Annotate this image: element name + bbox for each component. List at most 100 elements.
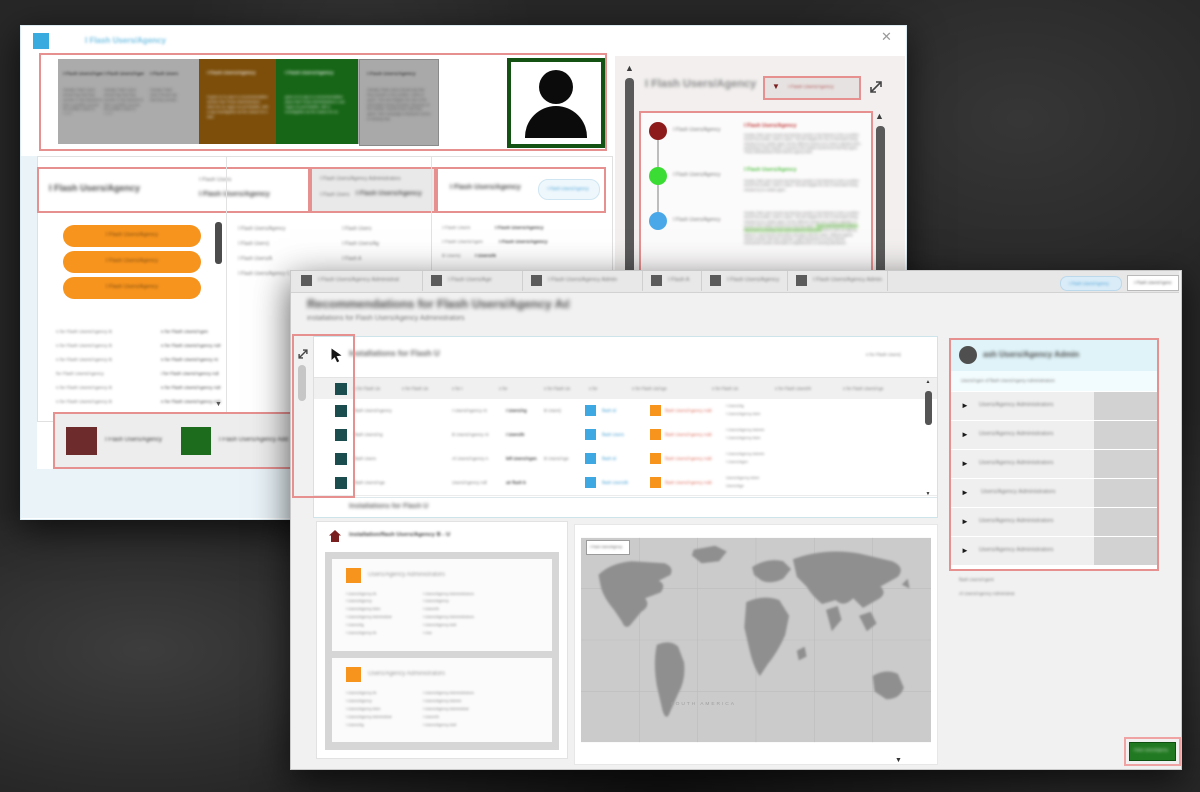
cell-orange-link[interactable]: flash Users/Agency Add xyxy=(665,480,721,485)
column-header[interactable]: n for Flash Us xyxy=(402,386,446,391)
close-icon[interactable]: ✕ xyxy=(881,29,892,45)
table-row[interactable]: flash Users/Age Users/Agency Adl air fla… xyxy=(314,471,937,496)
tab-1[interactable]: I Flash Users/Agency Administrat xyxy=(293,271,423,291)
list-item[interactable]: I Flash Users/Agency xyxy=(238,226,316,232)
cell-orange-link[interactable]: flash Users/Agency Add xyxy=(665,408,721,413)
tab-4[interactable]: I Flash A xyxy=(643,271,702,291)
home-line: I Users/Agency At xyxy=(346,631,418,635)
scrollbar-thumb[interactable] xyxy=(215,222,222,264)
row-checkbox[interactable] xyxy=(335,453,347,465)
column-header[interactable]: n for Flash Users/Age xyxy=(843,386,903,391)
secondary-action-button[interactable]: I Flash Users/Agency xyxy=(1127,275,1179,291)
timeline-dropdown[interactable]: ▼ I Flash Users/Agency xyxy=(763,76,861,100)
list-item[interactable]: n for Flash Users/Agency B xyxy=(56,329,156,334)
expand-icon[interactable] xyxy=(867,78,885,96)
column-header[interactable]: n for I xyxy=(452,386,492,391)
cell-blue-link[interactable]: flash Users xyxy=(602,432,642,437)
cell-blue-link[interactable]: flash Users/B xyxy=(602,480,646,485)
table-section2-header[interactable]: Installations for Flash U xyxy=(314,497,937,517)
list-item[interactable]: n for Flash Users/Agen xyxy=(161,329,221,334)
column-header[interactable]: n for xyxy=(589,386,623,391)
expand-icon[interactable] xyxy=(296,347,310,361)
sidebar-row[interactable]: ►Users/Agency Administrators xyxy=(951,508,1157,536)
pill-button-3[interactable]: I Flash Users/Agency xyxy=(63,277,201,299)
scrollbar-thumb[interactable] xyxy=(298,365,306,401)
expander-icon[interactable]: ► xyxy=(961,546,969,555)
home-line: I Users/Agency Administrators xyxy=(423,592,533,596)
pill-button-2[interactable]: I Flash Users/Agency xyxy=(63,251,201,273)
cell-orange-link[interactable]: flash Users/Agency Add xyxy=(665,456,721,461)
info-strip-3-button[interactable]: I Flash Users/Agency xyxy=(538,179,600,200)
list-item[interactable]: n for Flash Users/Agency B xyxy=(56,343,156,348)
tab-5[interactable]: I Flash Users/Agency xyxy=(702,271,788,291)
chevron-down-icon[interactable]: ▼ xyxy=(895,757,902,764)
hero-gray-col-3: I Flash Users Usually, Flash users shoul… xyxy=(150,71,178,102)
row-checkbox[interactable] xyxy=(335,477,347,489)
cell-orange-link[interactable]: flash Users/Agency Add xyxy=(665,432,721,437)
row-checkbox[interactable] xyxy=(335,429,347,441)
map-label: I Flash Users/Agency xyxy=(590,545,626,549)
list-item[interactable]: I Flash Users/Agency xyxy=(495,226,565,231)
column-header[interactable]: n for Flash Us xyxy=(354,386,398,391)
expander-icon[interactable]: ► xyxy=(961,401,969,410)
cell-group: B Users/Agency At xyxy=(452,432,504,437)
list-item[interactable]: for Flash Users/Agency xyxy=(56,371,156,376)
table-row[interactable]: flash Users Al Users/Agency A left Users… xyxy=(314,447,937,472)
list-item[interactable]: n for Flash Users/Agency At xyxy=(161,357,221,362)
list-item[interactable]: I Flash Users/Agen xyxy=(442,240,494,245)
chevron-down-icon[interactable]: ▼ xyxy=(215,401,222,408)
table-right-note: n for Flash Users) xyxy=(866,352,924,357)
hero-card-title: I Flash Users/Agency xyxy=(207,71,269,78)
expander-icon[interactable]: ► xyxy=(961,430,969,439)
row-checkbox[interactable] xyxy=(335,405,347,417)
table-scrollbar[interactable]: ▲ ▼ xyxy=(923,379,933,497)
column-header[interactable]: n for Flash Us xyxy=(712,386,760,391)
column-header[interactable]: n for Flash Us/Age xyxy=(632,386,686,391)
list-item[interactable]: n for Flash Users/Agency Admi xyxy=(161,385,221,390)
list-item[interactable]: I Flash Users/Agency xyxy=(499,240,569,245)
tab-3[interactable]: I Flash Users/Agency Admin xyxy=(523,271,643,291)
tab-2[interactable]: I Flash Users/Age xyxy=(423,271,523,291)
sidebar-row[interactable]: ►Users/Agency Administrators xyxy=(951,537,1157,565)
scroll-up-icon[interactable]: ▲ xyxy=(923,379,933,385)
expander-icon[interactable]: ► xyxy=(961,459,969,468)
world-map[interactable]: SOUTH AMERICA xyxy=(581,535,931,745)
expander-icon[interactable]: ► xyxy=(961,488,969,497)
sidebar-title: ash Users/Agency Admin xyxy=(983,350,1133,359)
list-item[interactable]: i for Flash Users/Agency Adi xyxy=(161,371,221,376)
column-header[interactable]: n for Flash Us xyxy=(544,386,584,391)
tab-6[interactable]: I Flash Users/Agency Admin xyxy=(788,271,888,291)
list-item[interactable]: I Users/N xyxy=(475,254,515,259)
list-item[interactable]: I Flash Users/A xyxy=(238,256,316,262)
sidebar-row[interactable]: ►Users/Agency Administrators xyxy=(951,421,1157,449)
expander-icon[interactable]: ► xyxy=(961,517,969,526)
list-item[interactable]: n for Flash Users/Agency B xyxy=(56,357,156,362)
list-item[interactable]: I Flash Users) xyxy=(238,241,316,247)
column-header[interactable]: n for Flash Users/N xyxy=(775,386,829,391)
list-item[interactable]: n for Flash Users/Agency B xyxy=(56,385,156,390)
cell-blue-link[interactable]: flash id xyxy=(602,456,642,461)
table-row[interactable]: flash Users/Agency I Users/Agency At I U… xyxy=(314,399,937,424)
pill-button-1[interactable]: I Flash Users/Agency xyxy=(63,225,201,247)
scroll-up-icon[interactable]: ▲ xyxy=(875,112,884,121)
select-all-checkbox[interactable] xyxy=(335,383,347,395)
cell-blue-link[interactable]: flash id xyxy=(602,408,642,413)
table-row[interactable]: flash Users/Ag B Users/Agency At I Users… xyxy=(314,423,937,448)
list-item[interactable]: I Flash Users xyxy=(442,226,490,231)
sidebar-row[interactable]: ►Users/Agency Administrators xyxy=(951,450,1157,478)
list-item[interactable]: B Users) xyxy=(442,254,472,259)
sidebar-row[interactable]: ►Users/Agency Administrators xyxy=(951,392,1157,420)
hero-card-body: It goes on to say in a recommendation se… xyxy=(207,95,269,137)
list-item[interactable]: n for Flash Users/Agency B xyxy=(56,399,156,404)
list-item[interactable]: n for Flash Users/Agency Admi xyxy=(161,343,221,348)
sidebar-row[interactable]: ►Users/Agency Administrators xyxy=(951,479,1157,507)
primary-action-button[interactable]: I Flash Users/Agency xyxy=(1060,276,1122,291)
scroll-up-icon[interactable]: ▲ xyxy=(625,64,634,73)
confirm-button[interactable]: Flash Users/Agency xyxy=(1129,742,1176,761)
list-item[interactable]: I Flash A xyxy=(342,256,402,262)
scrollbar-thumb[interactable] xyxy=(925,391,932,425)
list-item[interactable]: n for Flash Users/Agency Add xyxy=(161,399,221,404)
list-item[interactable]: I Flash Users xyxy=(342,226,402,232)
column-header[interactable]: n for xyxy=(499,386,535,391)
list-item[interactable]: I Flash Users/Ag xyxy=(342,241,402,247)
